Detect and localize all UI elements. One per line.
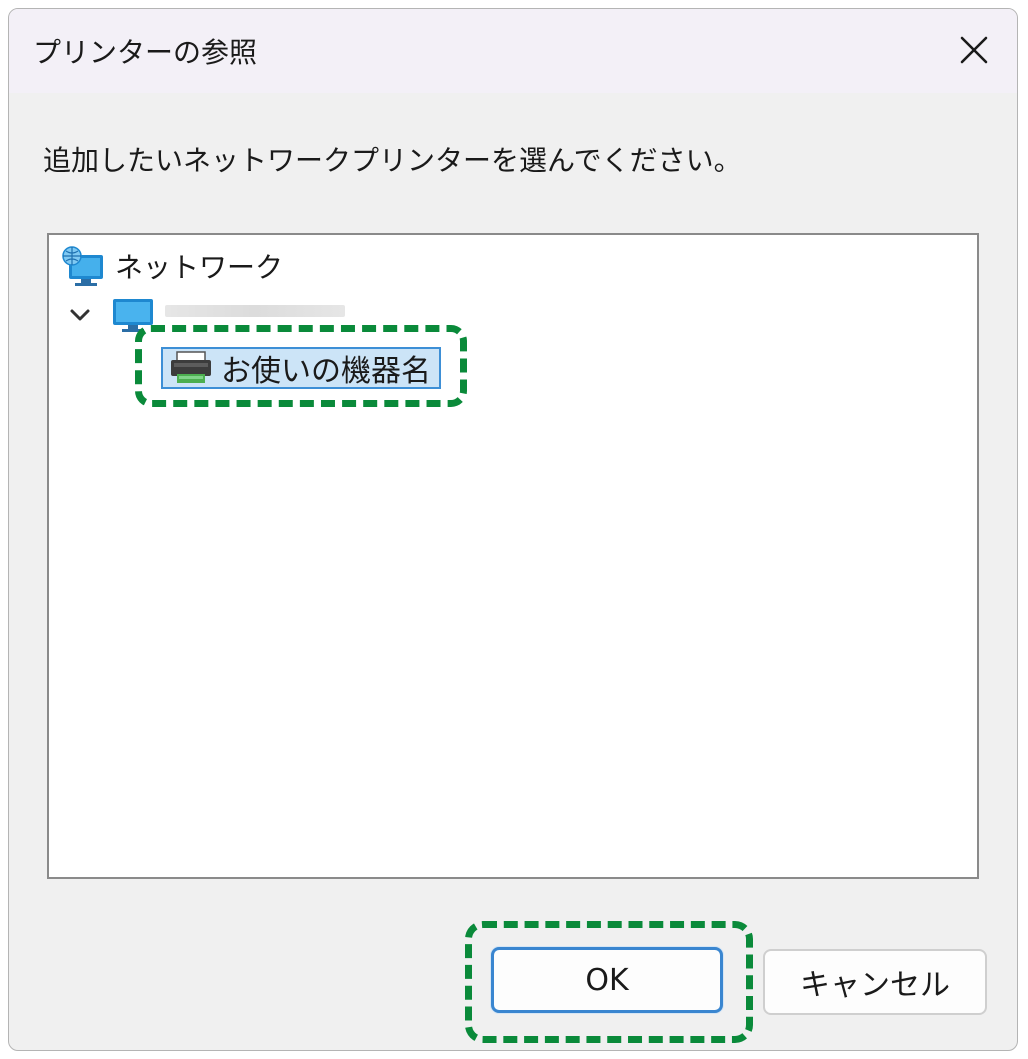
dialog-title: プリンターの参照 [33, 36, 258, 69]
tree-item-network[interactable]: ネットワーク [61, 245, 283, 287]
instruction-text: 追加したいネットワークプリンターを選んでください。 [43, 144, 742, 177]
printer-tree-view[interactable]: ネットワーク お使いの機器名 [47, 233, 979, 879]
close-button[interactable] [949, 25, 999, 75]
network-icon [62, 246, 103, 286]
tree-item-printer-label: お使いの機器名 [221, 354, 431, 389]
close-icon [960, 36, 988, 64]
tree-item-printer[interactable]: お使いの機器名 [161, 347, 441, 389]
browse-printer-dialog: プリンターの参照 追加したいネットワークプリンターを選んでください。 ネットワー… [8, 8, 1018, 1051]
tree-item-network-label: ネットワーク [115, 251, 284, 284]
title-bar: プリンターの参照 [9, 9, 1017, 93]
chevron-down-icon[interactable] [65, 300, 95, 330]
printer-icon [171, 351, 211, 383]
cancel-button[interactable]: キャンセル [763, 949, 987, 1015]
computer-name-obscured [165, 305, 345, 317]
ok-button[interactable]: OK [491, 947, 723, 1013]
